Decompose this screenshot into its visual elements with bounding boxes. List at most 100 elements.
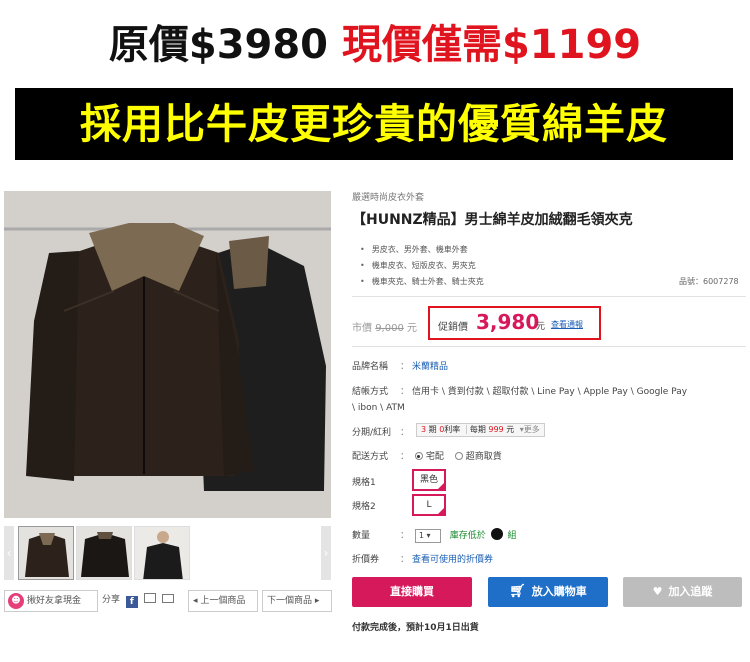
thumbnail-1[interactable] xyxy=(18,526,74,580)
spec1-row: 規格1 xyxy=(352,475,400,488)
thumb-next-arrow-icon[interactable]: › xyxy=(321,526,331,580)
bomb-icon xyxy=(490,528,503,540)
feature-item: 機車皮衣、短版皮衣、男夾克 xyxy=(360,259,484,275)
thumb-prev-arrow-icon[interactable]: ‹ xyxy=(4,526,14,580)
installment-selector[interactable]: 3 期 0利率 每期 999 元 ▾更多 xyxy=(416,423,545,437)
product-title: 【HUNNZ精品】男士綿羊皮加絨翻毛領夾克 xyxy=(352,212,633,228)
invite-icon: ☻ xyxy=(8,593,24,609)
thumbnail-jacket-front xyxy=(19,527,73,579)
promo-price-box: 促銷價 3,980 元 查看通報 xyxy=(428,306,601,340)
shipping-note: 付款完成後，預計10月1日出貨 xyxy=(352,623,479,633)
promo-price-value: 3,980 xyxy=(476,310,540,334)
colon: ： xyxy=(400,531,410,541)
installment-rate-label: 利率 xyxy=(444,425,461,434)
list-price-unit: 元 xyxy=(407,323,418,334)
feature-item: 機車夾克、騎士外套、騎士夾克 xyxy=(360,275,484,291)
next-product-label: 下一個商品 xyxy=(267,596,313,606)
thumbnail-model xyxy=(135,527,189,579)
quantity-label: 數量 xyxy=(352,531,371,541)
add-to-cart-button[interactable]: 🛒︎ 放入購物車 xyxy=(488,577,608,607)
payment-methods-cont: \ ibon \ ATM xyxy=(352,403,405,413)
share-group: 分享 f xyxy=(102,590,186,612)
buy-now-button[interactable]: 直接購買 xyxy=(352,577,472,607)
coupon-row: 折價券 ：查看可使用的折價券 xyxy=(352,552,493,565)
list-price-value: 9,000 xyxy=(375,323,404,334)
installment-label: 分期/紅利 xyxy=(352,428,392,438)
installment-row: 分期/紅利 ： xyxy=(352,425,412,438)
thumbnail-strip: ‹ › xyxy=(4,526,331,580)
original-price-headline: 原價$3980 xyxy=(108,22,329,68)
delivery-home-label: 宅配 xyxy=(425,452,444,462)
delivery-home-radio[interactable] xyxy=(414,452,423,460)
add-to-wishlist-button[interactable]: ♥ 加入追蹤 xyxy=(623,577,742,607)
delivery-label: 配送方式 xyxy=(352,452,389,462)
mail-icon[interactable] xyxy=(161,594,174,603)
price-headline: 原價$3980 現價僅需$1199 xyxy=(0,14,750,76)
brand-link[interactable]: 米蘭精品 xyxy=(412,362,448,372)
price-alert-link[interactable]: 查看通報 xyxy=(551,319,583,330)
share-label: 分享 xyxy=(102,595,121,605)
colon: ： xyxy=(400,362,410,372)
current-price-headline: 現價僅需$1199 xyxy=(341,22,642,68)
installment-more[interactable]: ▾更多 xyxy=(520,425,540,434)
list-price: 市價 9,000 元 xyxy=(352,319,417,334)
stock-unit: 組 xyxy=(507,531,517,541)
promo-price-label: 促銷價 xyxy=(438,322,468,333)
quantity-select[interactable]: 1 ▾ xyxy=(414,528,441,543)
installment-amount: 999 xyxy=(488,425,504,434)
divider xyxy=(352,346,746,347)
installment-unit: 元 xyxy=(506,425,515,434)
product-main-image[interactable] xyxy=(4,191,331,518)
prev-product-label: 上一個商品 xyxy=(200,596,246,606)
add-to-wishlist-label: 加入追蹤 xyxy=(668,585,713,598)
colon: ： xyxy=(400,555,410,565)
quantity-row: 數量 ： 1 ▾ 庫存低於 組 xyxy=(352,528,517,543)
colon: ： xyxy=(400,387,410,397)
spec2-option-selected[interactable]: L xyxy=(412,494,446,516)
stock-text: 庫存低於 xyxy=(449,531,486,541)
product-category[interactable]: 嚴選時尚皮衣外套 xyxy=(352,190,424,203)
quantity-value: 1 xyxy=(418,530,424,540)
print-icon[interactable] xyxy=(143,593,156,603)
feature-list: 男皮衣、男外套、機車外套 機車皮衣、短版皮衣、男夾克 機車夾克、騎士外套、騎士夾… xyxy=(360,243,484,291)
colon: ： xyxy=(400,428,410,438)
list-price-label: 市價 xyxy=(352,323,372,334)
invite-label: 揪好友拿現金 xyxy=(27,596,82,606)
promo-price-unit: 元 xyxy=(536,322,546,332)
delivery-store-radio[interactable] xyxy=(454,452,463,460)
payment-methods: 信用卡 \ 貨到付款 \ 超取付款 \ Line Pay \ Apple Pay… xyxy=(412,387,688,397)
installment-periods-unit: 期 xyxy=(428,425,437,434)
heart-icon: ♥ xyxy=(652,585,663,598)
installment-per-period-label: 每期 xyxy=(469,425,486,434)
payment-label: 結帳方式 xyxy=(352,387,389,397)
spec1-label: 規格1 xyxy=(352,478,376,488)
thumbnail-2[interactable] xyxy=(76,526,132,580)
item-number: 品號：6007278 xyxy=(679,277,739,286)
payment-row: 結帳方式 ：信用卡 \ 貨到付款 \ 超取付款 \ Line Pay \ Appl… xyxy=(352,384,687,397)
brand-row: 品牌名稱 ：米蘭精品 xyxy=(352,359,448,372)
colon: ： xyxy=(400,452,410,462)
facebook-icon[interactable]: f xyxy=(125,596,138,608)
cart-icon: 🛒︎ xyxy=(509,584,526,599)
feature-item: 男皮衣、男外套、機車外套 xyxy=(360,243,484,259)
delivery-store-label: 超商取貨 xyxy=(465,452,502,462)
prev-product-button[interactable]: ◂ 上一個商品 xyxy=(188,590,258,612)
coupon-link[interactable]: 查看可使用的折價券 xyxy=(412,555,493,565)
invite-friends-button[interactable]: ☻ 揪好友拿現金 xyxy=(4,590,98,612)
spec1-option-selected[interactable]: 黑色 xyxy=(412,469,446,491)
next-product-button[interactable]: 下一個商品 ▸ xyxy=(262,590,332,612)
installment-periods: 3 xyxy=(421,425,427,434)
brand-label: 品牌名稱 xyxy=(352,362,389,372)
promo-banner: 採用比牛皮更珍貴的優質綿羊皮 xyxy=(15,88,733,160)
coupon-label: 折價券 xyxy=(352,555,380,565)
jacket-photo xyxy=(4,191,331,518)
thumbnail-jacket-back xyxy=(77,527,131,579)
add-to-cart-label: 放入購物車 xyxy=(531,585,587,598)
separator xyxy=(465,425,467,434)
divider xyxy=(352,296,746,297)
delivery-row: 配送方式 ： 宅配 超商取貨 xyxy=(352,449,502,462)
spec2-row: 規格2 xyxy=(352,499,400,512)
payment-row-cont: \ ibon \ ATM xyxy=(352,403,405,413)
spec2-label: 規格2 xyxy=(352,502,376,512)
thumbnail-3[interactable] xyxy=(134,526,190,580)
